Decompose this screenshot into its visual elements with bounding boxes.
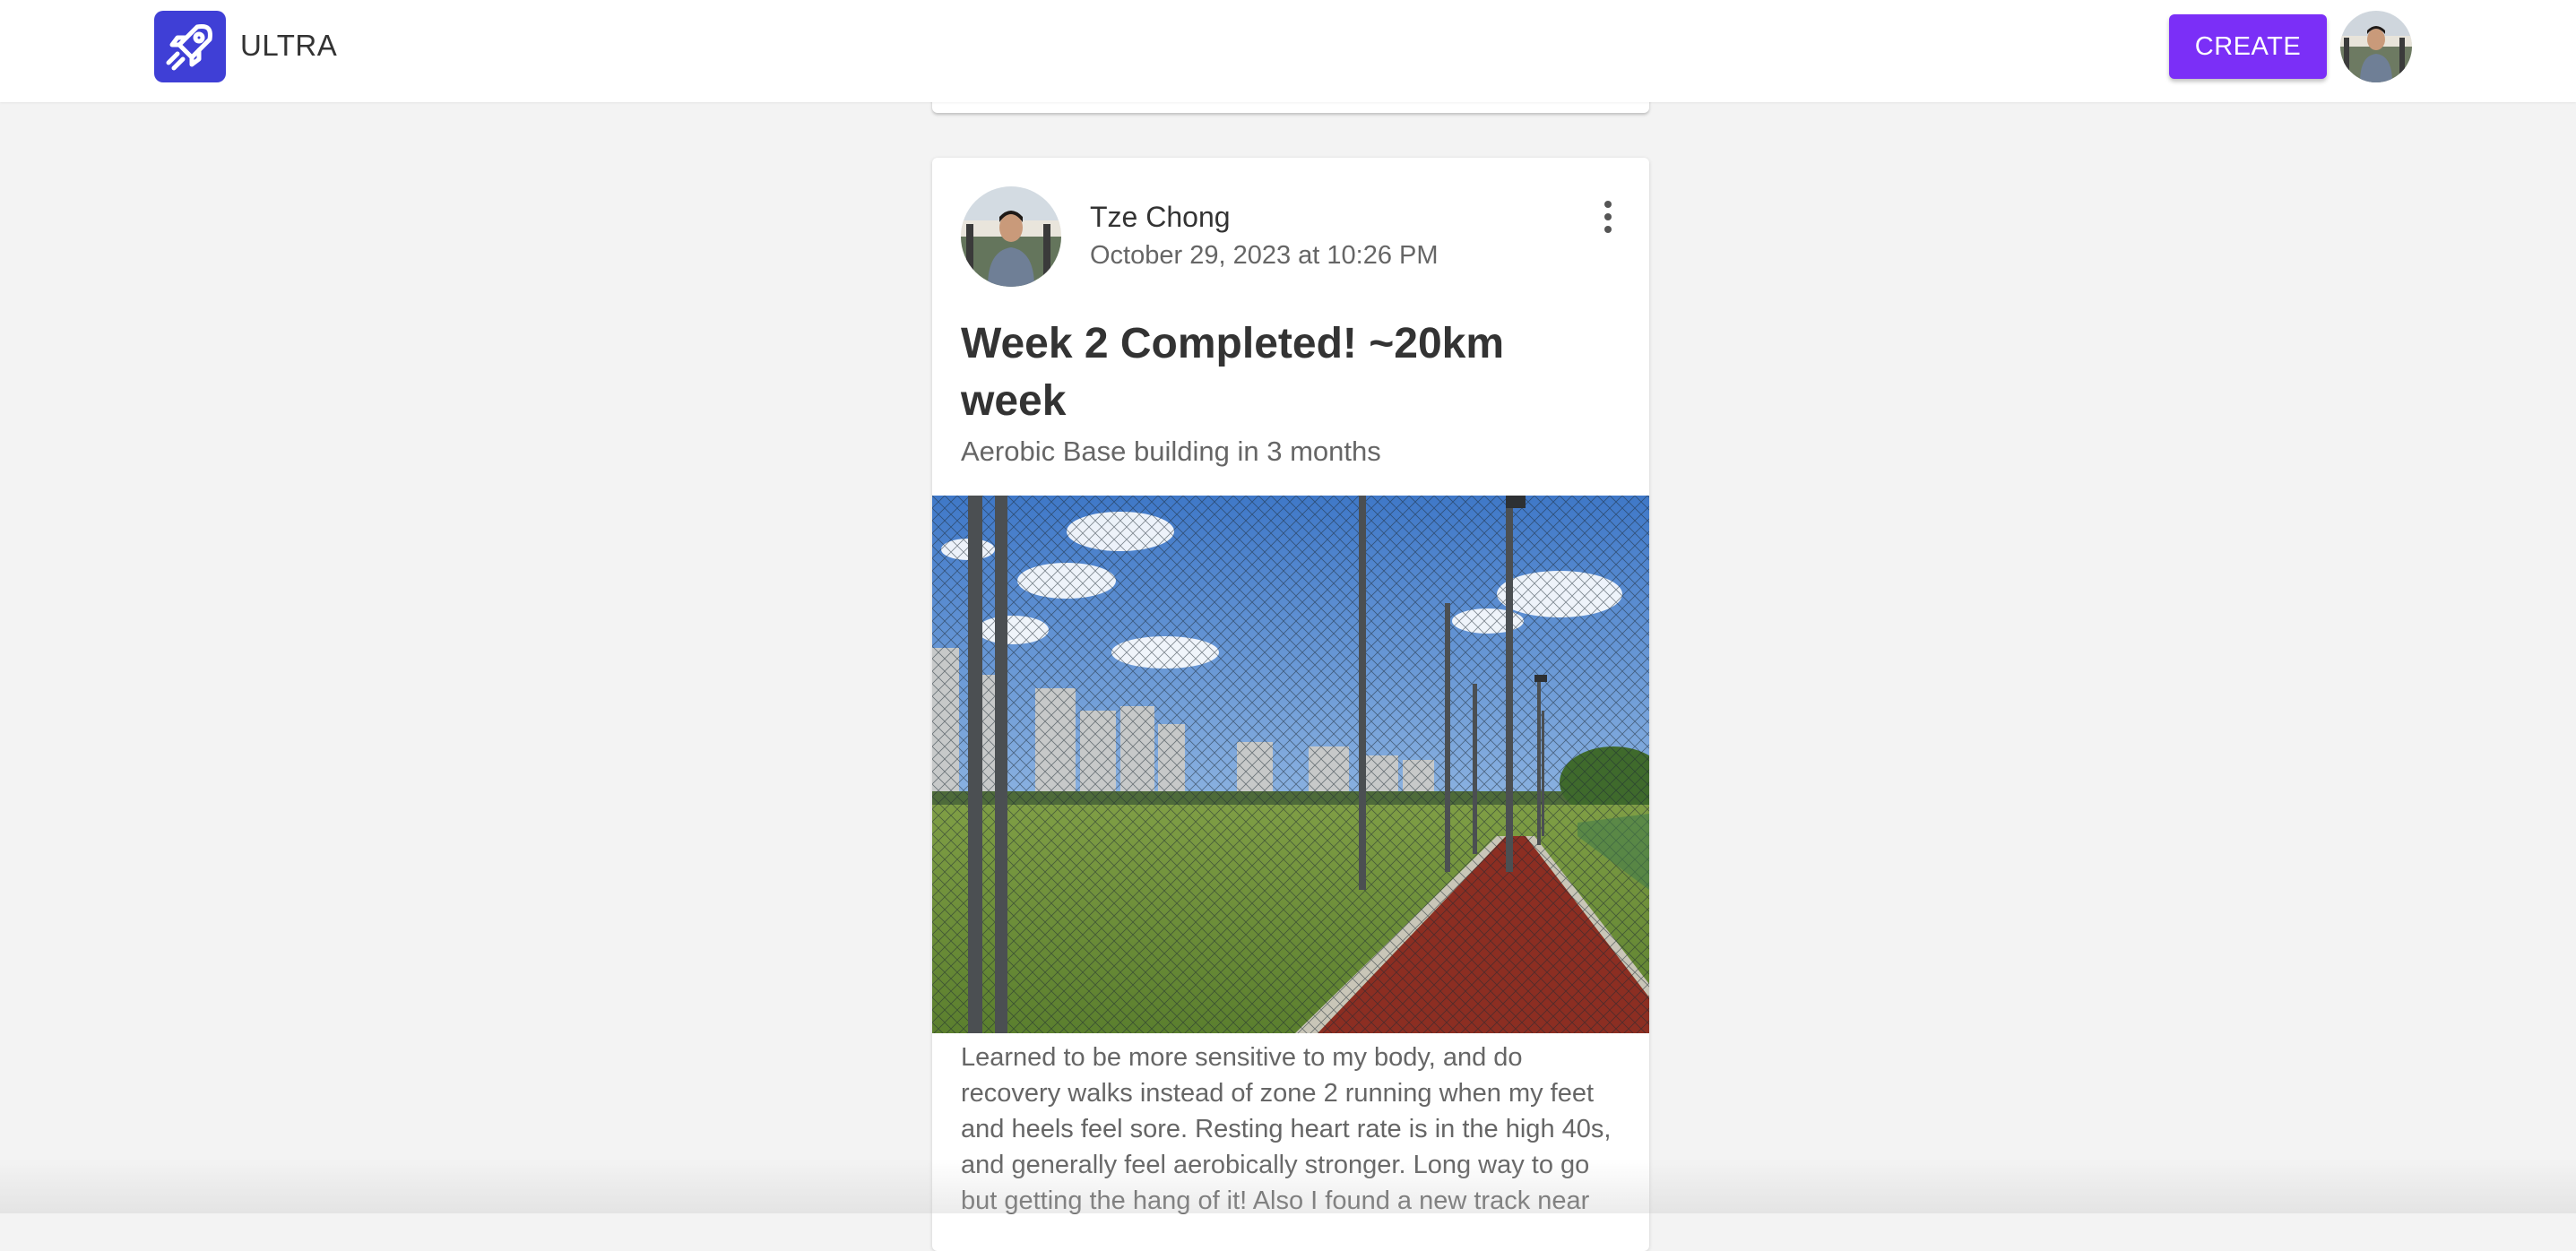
post-card: Tze Chong October 29, 2023 at 10:26 PM W… (932, 158, 1649, 1251)
user-avatar-photo (2340, 11, 2412, 82)
running-track-photo (932, 496, 1649, 1033)
app-logo[interactable] (154, 11, 226, 82)
post-options-button[interactable] (1590, 197, 1626, 237)
post-subtitle: Aerobic Base building in 3 months (961, 436, 1381, 467)
post-title: Week 2 Completed! ~20km week (961, 320, 1505, 425)
post-photo (932, 496, 1649, 1033)
author-name[interactable]: Tze Chong (1090, 201, 1231, 234)
create-button[interactable]: CREATE (2169, 14, 2327, 79)
more-vertical-icon-dot (1604, 213, 1612, 220)
post-body: Learned to be more sensitive to my body,… (961, 1043, 1612, 1215)
author-avatar[interactable] (961, 186, 1061, 287)
more-vertical-icon (1604, 201, 1612, 208)
more-vertical-icon-dot (1604, 226, 1612, 233)
post-date: October 29, 2023 at 10:26 PM (1090, 241, 1439, 270)
app-name: ULTRA (240, 29, 338, 62)
author-avatar-photo (961, 186, 1061, 287)
rocket-logo-icon (166, 24, 212, 71)
user-avatar[interactable] (2340, 11, 2412, 82)
top-app-bar: ULTRA CREATE (0, 0, 2576, 102)
